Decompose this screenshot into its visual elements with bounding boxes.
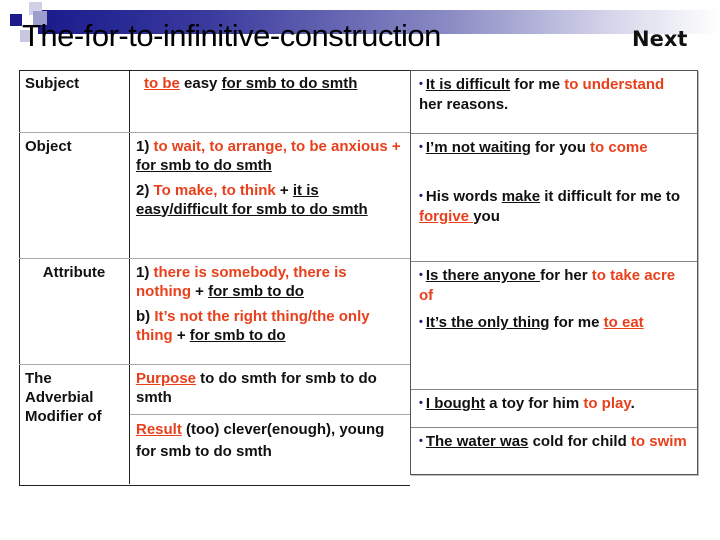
text-segment: to be bbox=[144, 75, 180, 92]
content-line: 1) there is somebody, there is nothing +… bbox=[136, 263, 404, 301]
row-content: to be easy for smb to do smth bbox=[129, 70, 410, 133]
text-segment: to understand bbox=[564, 76, 665, 93]
row-label: Subject bbox=[19, 70, 130, 133]
row-label: Attribute bbox=[19, 258, 130, 365]
text-segment: Is there anyone bbox=[425, 267, 541, 284]
text-segment: to play bbox=[583, 395, 631, 412]
text-segment: 1) bbox=[136, 263, 154, 281]
row-label: Object bbox=[19, 132, 130, 259]
table-row-subject: Subject to be easy for smb to do smth bbox=[19, 70, 410, 133]
text-segment: for smb to do bbox=[208, 282, 304, 300]
text-segment: To make, to think bbox=[153, 181, 276, 199]
text-segment: her reasons. bbox=[419, 96, 509, 113]
content-line: 2) To make, to think + it is easy/diffic… bbox=[136, 181, 404, 219]
text-segment: to come bbox=[590, 139, 648, 156]
text-segment: I’m not waiting bbox=[425, 139, 531, 156]
next-button[interactable]: Next bbox=[632, 27, 687, 51]
text-segment: for smb to do smth bbox=[136, 156, 272, 174]
text-segment: for you bbox=[530, 139, 591, 156]
table-row-attribute: Attribute 1) there is somebody, there is… bbox=[19, 258, 410, 365]
example-cell: • I’m not waiting for you to come • His wo… bbox=[411, 133, 697, 261]
text-segment: to eat bbox=[603, 314, 644, 331]
deco-square bbox=[10, 14, 22, 26]
bullet-icon: • bbox=[419, 78, 423, 90]
text-segment: forgive bbox=[419, 208, 474, 225]
text-segment: for me bbox=[549, 314, 604, 331]
text-segment: it difficult for me to bbox=[540, 188, 681, 205]
text-segment: cold for child bbox=[528, 433, 631, 450]
text-segment: for her bbox=[540, 267, 592, 284]
row-content: 1) to wait, to arrange, to be anxious + … bbox=[129, 132, 410, 259]
construction-functions-table: Subject to be easy for smb to do smth Ob… bbox=[19, 70, 410, 484]
text-segment: b) bbox=[136, 307, 155, 325]
example-cell: • It is difficult for me to understand he… bbox=[411, 71, 697, 133]
text-segment: The water was bbox=[425, 433, 529, 450]
row-label: The Adverbial Modifier of bbox=[19, 364, 130, 484]
content-line: to be easy for smb to do smth bbox=[136, 74, 404, 93]
example-item: • I bought a toy for him to play. bbox=[419, 393, 689, 414]
page-title: The-for-to-infinitive-construction bbox=[22, 18, 441, 53]
text-segment: to wait, to arrange, to be anxious + bbox=[153, 137, 401, 155]
bullet-icon: • bbox=[419, 269, 423, 281]
text-segment: It’s the only thing bbox=[425, 314, 550, 331]
content-line: Purpose to do smth for smb to do smth bbox=[136, 369, 404, 407]
text-segment: 2) bbox=[136, 181, 154, 199]
bullet-icon: • bbox=[419, 316, 423, 328]
row-content: Result (too) clever(enough), young for s… bbox=[130, 414, 411, 484]
text-segment: + bbox=[275, 181, 293, 199]
table-row-object: Object 1) to wait, to arrange, to be anx… bbox=[19, 132, 410, 259]
content-line: Result (too) clever(enough), young for s… bbox=[136, 419, 404, 463]
text-segment: 1) bbox=[136, 137, 154, 155]
row-content: 1) there is somebody, there is nothing +… bbox=[129, 258, 410, 365]
row-content: Purpose to do smth for smb to do smth bbox=[129, 364, 410, 415]
bullet-icon: • bbox=[419, 190, 423, 202]
text-segment: . bbox=[630, 395, 635, 412]
text-segment: Purpose bbox=[136, 369, 197, 387]
text-segment: you bbox=[473, 208, 500, 225]
text-segment: Result bbox=[136, 420, 182, 438]
text-segment: for me bbox=[510, 76, 565, 93]
text-segment: for smb to do bbox=[189, 326, 286, 344]
example-item: • Is there anyone for her to take acre of bbox=[419, 265, 689, 306]
example-cell: • The water was cold for child to swim bbox=[411, 427, 697, 473]
example-item: • The water was cold for child to swim bbox=[419, 431, 689, 452]
text-segment: It is difficult bbox=[425, 76, 511, 93]
text-segment: + bbox=[172, 326, 190, 344]
text-segment: + bbox=[190, 282, 209, 300]
text-segment: a toy for him bbox=[485, 395, 584, 412]
text-segment: easy bbox=[179, 75, 222, 92]
example-item: • I’m not waiting for you to come bbox=[419, 137, 689, 158]
text-segment: to swim bbox=[630, 433, 687, 450]
example-item: • It’s the only thing for me to eat bbox=[419, 312, 689, 333]
text-segment: for smb to do smth bbox=[221, 75, 358, 92]
content-line: b) It’s not the right thing/the only thi… bbox=[136, 307, 404, 345]
example-item: • It is difficult for me to understand he… bbox=[419, 74, 689, 115]
bullet-icon: • bbox=[419, 435, 423, 447]
example-cell: • Is there anyone for her to take acre of… bbox=[411, 261, 697, 389]
text-segment: make bbox=[501, 188, 541, 205]
content-line: 1) to wait, to arrange, to be anxious + … bbox=[136, 137, 404, 175]
example-cell: • I bought a toy for him to play. bbox=[411, 389, 697, 427]
bullet-icon: • bbox=[419, 397, 423, 409]
text-segment: His words bbox=[425, 188, 502, 205]
examples-panel: • It is difficult for me to understand he… bbox=[410, 70, 698, 475]
example-item: • His words make it difficult for me to f… bbox=[419, 186, 689, 227]
table-row-adverbial-purpose: The Adverbial Modifier of Purpose to do … bbox=[19, 364, 410, 484]
text-segment: I bought bbox=[425, 395, 486, 412]
bullet-icon: • bbox=[419, 141, 423, 153]
